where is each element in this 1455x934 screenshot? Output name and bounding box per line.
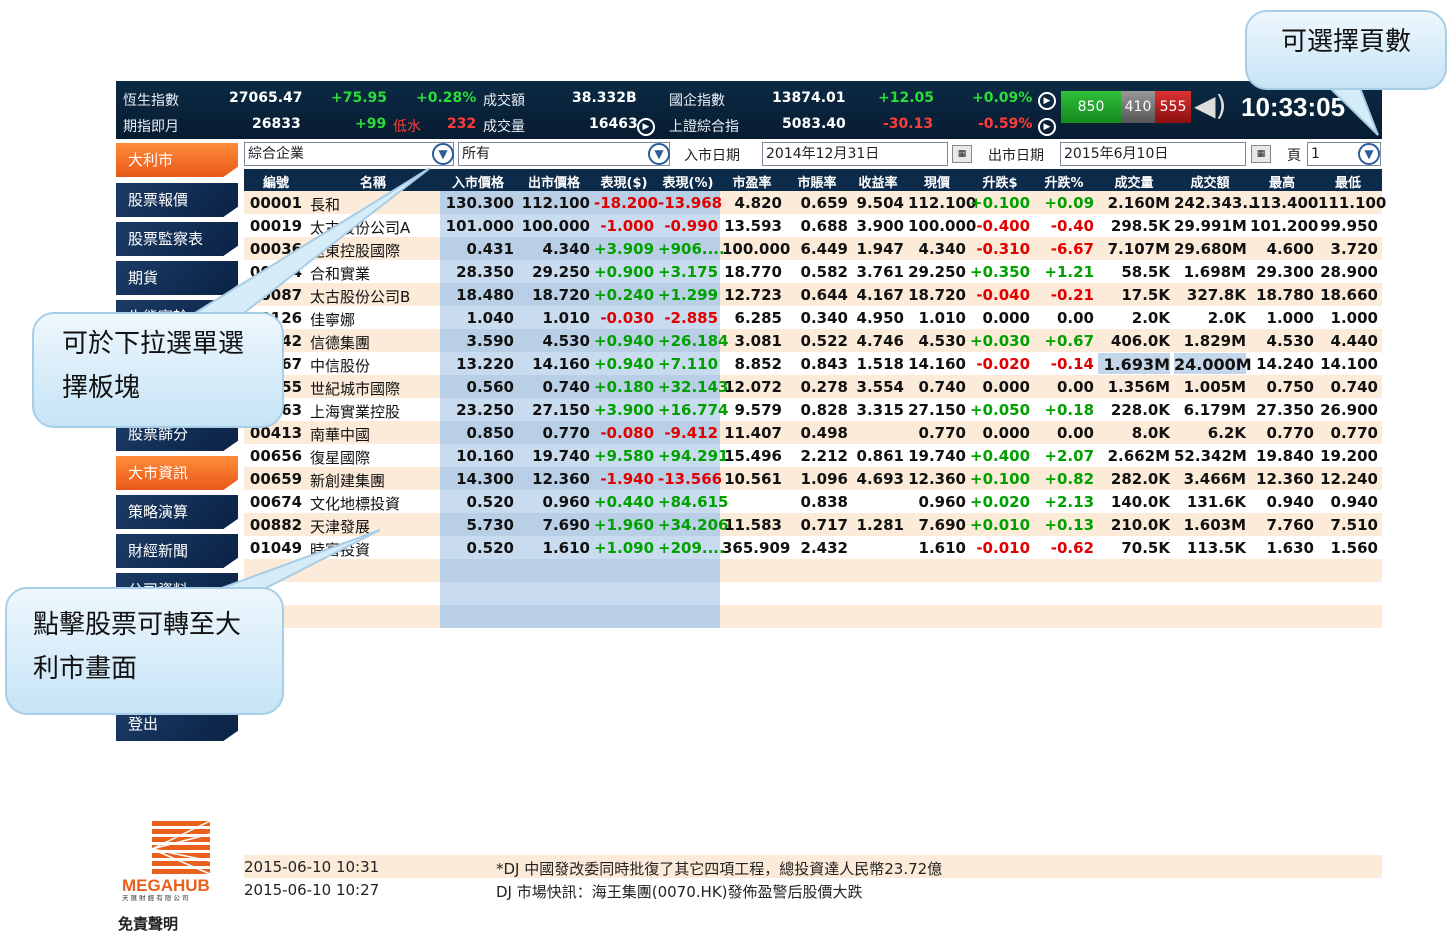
callout-stock-link: 點擊股票可轉至大利市畫面 xyxy=(5,587,284,715)
callout-pointers xyxy=(186,87,1379,597)
callout-sector-dropdown: 可於下拉選單選擇板塊 xyxy=(32,312,284,428)
callout-page-select: 可選擇頁數 xyxy=(1245,10,1447,90)
